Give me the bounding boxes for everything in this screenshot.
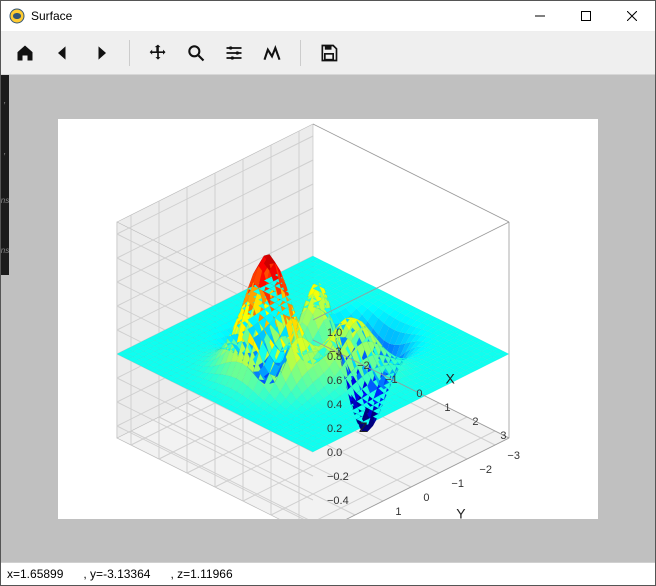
z-tick: 0.6 [327,375,342,387]
x-tick: 2 [472,415,478,427]
x-axis-label: X [446,370,456,386]
status-y: , y=-3.13364 [83,567,150,581]
y-axis-label: Y [456,505,466,518]
save-button[interactable] [311,36,347,70]
back-button[interactable] [45,36,81,70]
editor-gutter: ,,nsns [1,75,9,275]
x-tick: −1 [385,373,398,385]
zoom-button[interactable] [178,36,214,70]
z-tick: −0.2 [327,471,349,483]
y-tick: 0 [423,492,429,504]
app-window: Surface [0,0,656,586]
z-tick: 1.0 [327,327,342,339]
y-tick: 1 [395,506,401,518]
z-tick: 0.8 [327,351,342,363]
x-tick: 1 [444,401,450,413]
forward-button[interactable] [83,36,119,70]
edit-axis-button[interactable] [254,36,290,70]
y-tick: −1 [451,478,464,490]
configure-subplots-button[interactable] [216,36,252,70]
python-icon [9,8,25,24]
statusbar: x=1.65899 , y=-3.13364 , z=1.11966 [1,562,655,585]
pan-button[interactable] [140,36,176,70]
status-x: x=1.65899 [7,567,63,581]
x-tick: 0 [416,387,422,399]
figure-canvas-area[interactable]: ,,nsns −3−2−10123−3−2−10123−0.6−0.4−0.20… [1,75,655,562]
z-tick: 0.4 [327,399,342,411]
z-tick: 0.2 [327,423,342,435]
titlebar: Surface [1,1,655,32]
z-tick: −0.4 [327,495,349,507]
toolbar-separator [129,40,130,66]
status-z: , z=1.11966 [170,567,232,581]
toolbar-separator [300,40,301,66]
y-tick: −2 [479,464,492,476]
close-button[interactable] [609,1,655,31]
maximize-button[interactable] [563,1,609,31]
z-axis-label: Z [359,419,368,435]
z-tick: 0.0 [327,447,342,459]
minimize-button[interactable] [517,1,563,31]
x-tick: −2 [357,359,370,371]
figure[interactable]: −3−2−10123−3−2−10123−0.6−0.4−0.20.00.20.… [58,119,598,519]
home-button[interactable] [7,36,43,70]
x-tick: 3 [500,429,506,441]
y-tick: −3 [507,450,520,462]
matplotlib-toolbar [1,32,655,75]
window-title: Surface [31,9,72,23]
